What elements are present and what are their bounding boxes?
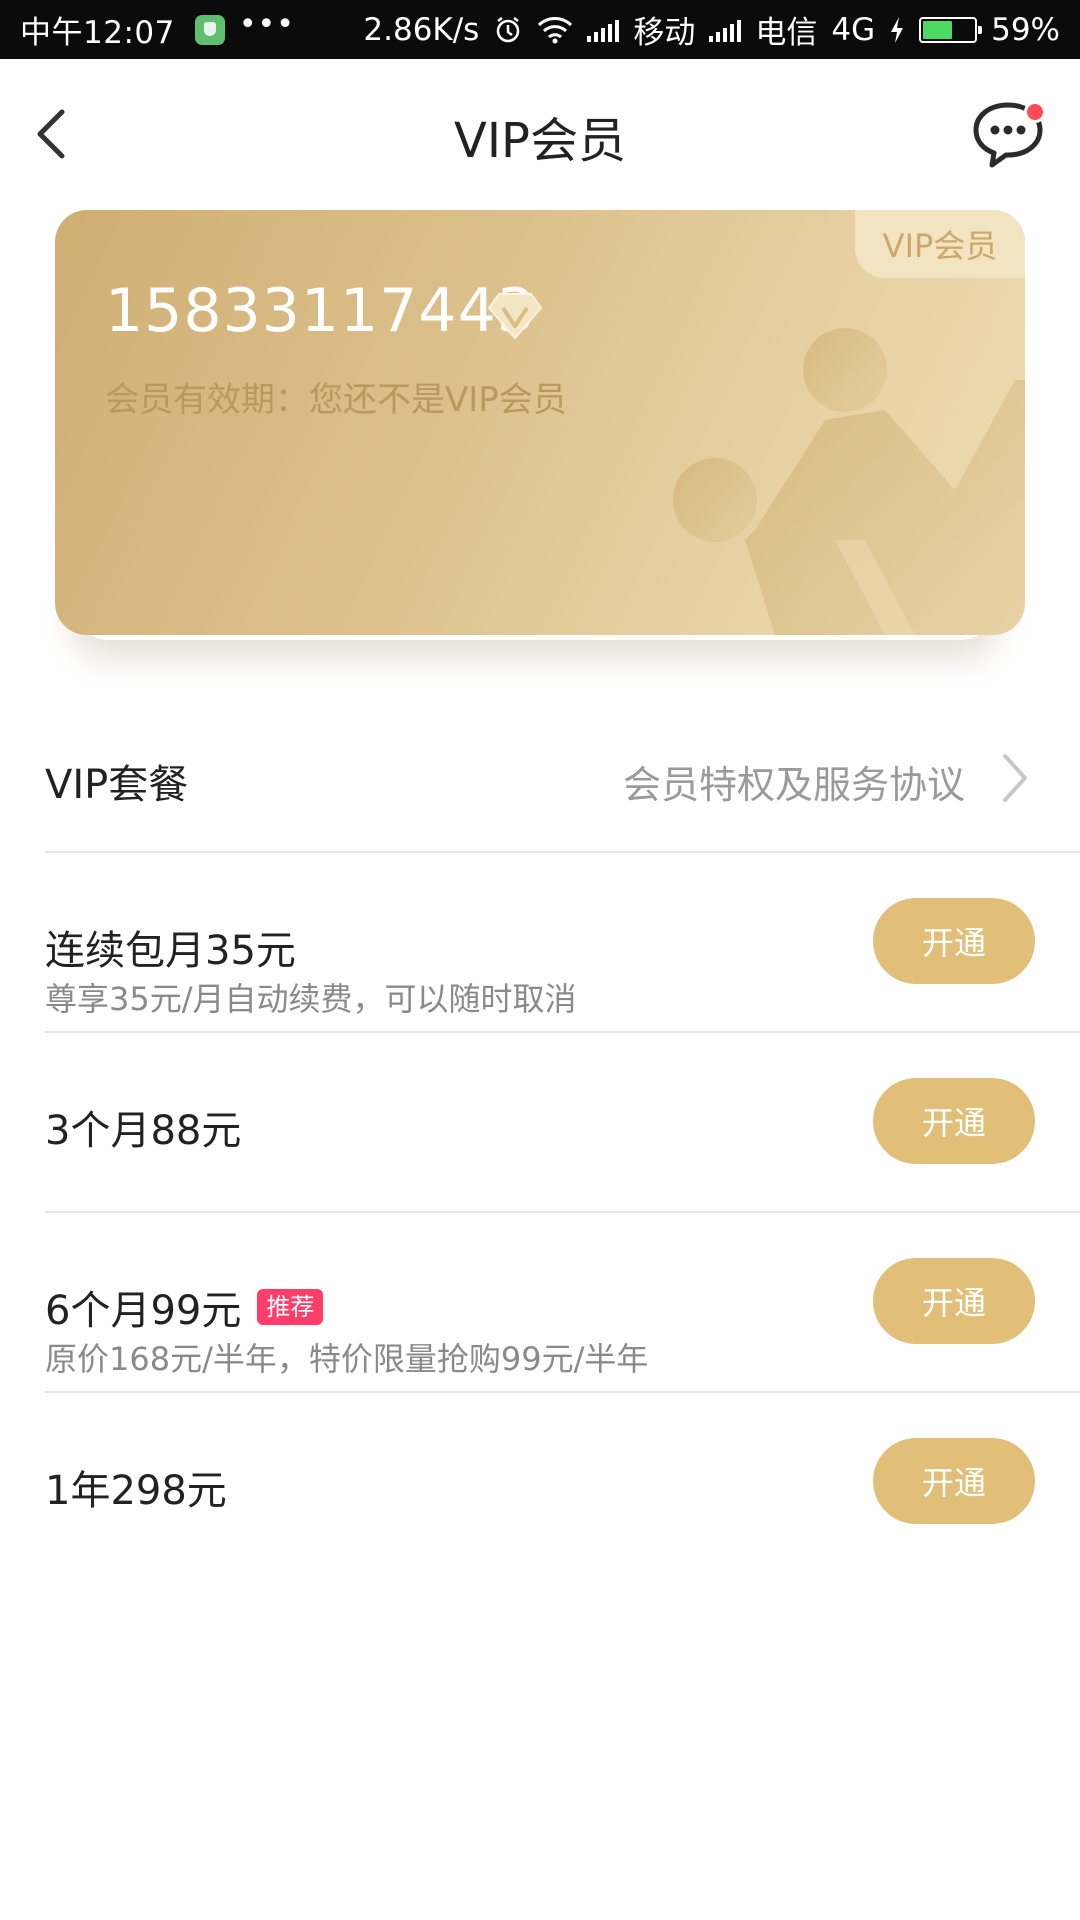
carrier-2: 电信 [755,15,818,51]
open-button[interactable]: 开通 [873,1078,1035,1164]
plan-description: 尊享35元/月自动续费，可以随时取消 [45,980,577,1018]
status-time: 中午12:07 [20,15,175,51]
recommend-badge: 推荐 [257,1289,324,1325]
carrier-1: 移动 [633,15,696,51]
security-shield-icon [194,14,225,45]
wifi-icon [537,16,573,44]
plan-row: 1年298元 开通 [45,1392,1035,1572]
plan-row: 6个月99元 推荐 原价168元/半年，特价限量抢购99元/半年 开通 [45,1212,1035,1392]
package-section-title: VIP套餐 [45,762,189,808]
charging-icon [889,16,905,44]
network-type: 4G [831,11,876,48]
page-title: VIP会员 [454,113,626,169]
chevron-right-icon[interactable] [995,748,1035,808]
signal-icon [709,18,742,42]
vip-card: VIP会员 15833117443 会员有效期：您还不是VIP会员 [55,210,1025,635]
package-header: VIP套餐 会员特权及服务协议 [45,740,1035,820]
plan-name-wrap: 6个月99元 推荐 [45,1278,324,1336]
status-bar: 中午12:07 ••• 2.86K/s 移动 电信 4G 59% [0,0,1080,59]
battery-icon [919,16,983,43]
card-vip-tag: VIP会员 [855,210,1025,278]
diamond-icon [487,293,543,340]
plan-row: 连续包月35元 尊享35元/月自动续费，可以随时取消 开通 [45,852,1035,1032]
open-button[interactable]: 开通 [873,898,1035,984]
plan-name: 6个月99元 [45,1288,242,1334]
plan-name: 3个月88元 [45,1108,242,1154]
nav-header: VIP会员 [0,59,1080,209]
plan-name: 1年298元 [45,1468,227,1514]
plan-name: 连续包月35元 [45,928,296,974]
membership-validity: 会员有效期：您还不是VIP会员 [105,380,567,420]
plan-row: 3个月88元 开通 [45,1032,1035,1212]
open-button[interactable]: 开通 [873,1438,1035,1524]
battery-percent: 59% [991,11,1060,48]
plan-description: 原价168元/半年，特价限量抢购99元/半年 [45,1340,649,1378]
more-notifications-icon: ••• [238,7,295,42]
network-speed: 2.86K/s [363,11,480,48]
account-phone: 15833117443 [105,276,536,346]
privileges-agreement-link[interactable]: 会员特权及服务协议 [623,754,965,809]
notification-dot [1024,101,1046,123]
open-button[interactable]: 开通 [873,1258,1035,1344]
signal-icon [587,18,620,42]
alarm-icon [493,15,523,45]
